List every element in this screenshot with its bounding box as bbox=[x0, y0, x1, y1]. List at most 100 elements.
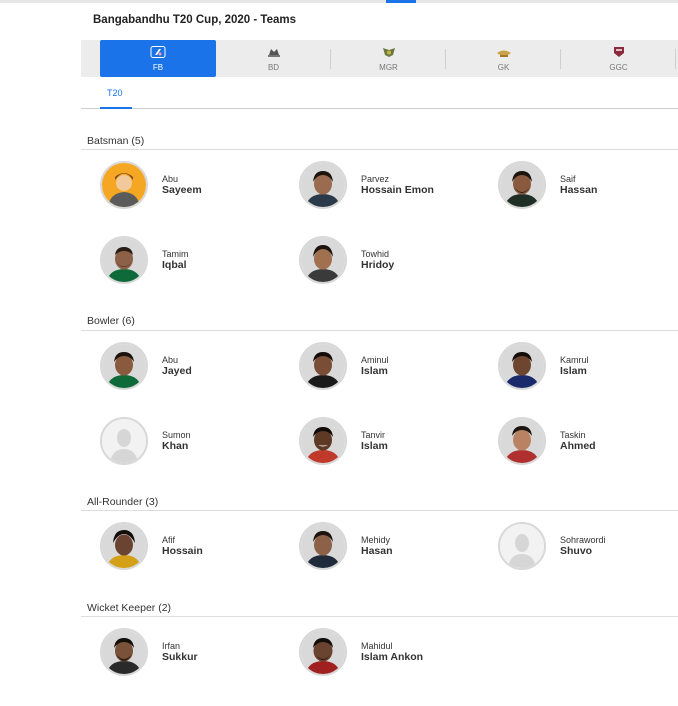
player-avatar bbox=[100, 417, 148, 465]
player-first-name: Saif bbox=[560, 174, 576, 184]
player-photo bbox=[500, 419, 544, 463]
gemcon-khulna-logo-icon bbox=[496, 50, 511, 57]
player-name: Sohrawordi Shuvo bbox=[560, 535, 606, 557]
player-card[interactable]: Saif Hassan bbox=[498, 161, 597, 209]
player-avatar bbox=[299, 236, 347, 284]
player-name: Abu Sayeem bbox=[162, 174, 202, 196]
player-avatar bbox=[100, 628, 148, 676]
player-avatar bbox=[299, 342, 347, 390]
player-first-name: Afif bbox=[162, 535, 176, 545]
player-first-name: Mahidul bbox=[361, 641, 393, 651]
team-tab-label: MGR bbox=[379, 62, 398, 72]
top-active-indicator bbox=[386, 0, 416, 3]
player-last-name: Islam Ankon bbox=[361, 651, 424, 663]
player-first-name: Parvez bbox=[361, 174, 390, 184]
player-last-name: Hossain Emon bbox=[361, 184, 434, 196]
player-avatar bbox=[498, 417, 546, 465]
beximco-dhaka-logo-icon bbox=[267, 48, 280, 57]
player-first-name: Irfan bbox=[162, 641, 181, 651]
player-photo bbox=[102, 238, 146, 282]
player-last-name: Hassan bbox=[560, 184, 598, 196]
player-first-name: Sohrawordi bbox=[560, 535, 606, 545]
player-photo bbox=[102, 344, 146, 388]
avatar-default-silhouette-icon bbox=[102, 419, 146, 463]
player-name: Tamim Iqbal bbox=[162, 249, 189, 271]
player-name: Mehidy Hasan bbox=[361, 535, 393, 557]
team-tab-fb[interactable]: FB bbox=[100, 40, 216, 77]
avatar-placeholder-illustration-icon bbox=[102, 163, 146, 207]
player-photo bbox=[102, 524, 146, 568]
player-first-name: Mehidy bbox=[361, 535, 391, 545]
player-card[interactable]: Taskin Ahmed bbox=[498, 417, 596, 465]
player-first-name: Towhid bbox=[361, 249, 390, 259]
player-first-name: Taskin bbox=[560, 430, 586, 440]
player-photo bbox=[301, 419, 345, 463]
player-card[interactable]: Kamrul Islam bbox=[498, 342, 589, 390]
player-last-name: Hridoy bbox=[361, 259, 395, 271]
player-photo bbox=[301, 630, 345, 674]
avatar-default-silhouette-icon bbox=[500, 524, 544, 568]
player-avatar bbox=[498, 161, 546, 209]
player-last-name: Islam bbox=[361, 365, 388, 377]
team-tab-ggc[interactable]: GGC bbox=[561, 40, 676, 77]
player-first-name: Aminul bbox=[361, 355, 389, 365]
player-first-name: Tanvir bbox=[361, 430, 386, 440]
format-tab-divider bbox=[81, 108, 678, 109]
section-divider bbox=[81, 616, 678, 617]
section-divider bbox=[81, 330, 678, 331]
tab-separator bbox=[675, 49, 676, 69]
player-card[interactable]: Tamim Iqbal bbox=[100, 236, 189, 284]
player-avatar bbox=[498, 522, 546, 570]
player-avatar bbox=[100, 342, 148, 390]
player-last-name: Sayeem bbox=[162, 184, 202, 196]
player-first-name: Abu bbox=[162, 355, 179, 365]
team-tab-label: FB bbox=[152, 62, 164, 72]
page-title: Bangabandhu T20 Cup, 2020 - Teams bbox=[93, 14, 297, 26]
player-card[interactable]: Abu Jayed bbox=[100, 342, 192, 390]
player-last-name: Iqbal bbox=[162, 259, 187, 271]
player-card[interactable]: Parvez Hossain Emon bbox=[299, 161, 434, 209]
player-card[interactable]: Irfan Sukkur bbox=[100, 628, 198, 676]
player-first-name: Abu bbox=[162, 174, 179, 184]
player-card[interactable]: Sohrawordi Shuvo bbox=[498, 522, 606, 570]
player-name: Towhid Hridoy bbox=[361, 249, 394, 271]
team-tab-gk[interactable]: GK bbox=[446, 40, 561, 77]
tab-t20[interactable]: T20 bbox=[107, 88, 123, 98]
team-tab-label: GK bbox=[497, 62, 510, 72]
player-name: Mahidul Islam Ankon bbox=[361, 641, 423, 663]
player-card[interactable]: Sumon Khan bbox=[100, 417, 191, 465]
minister-group-rajshahi-logo-icon bbox=[382, 47, 395, 57]
player-avatar bbox=[299, 161, 347, 209]
player-name: Afif Hossain bbox=[162, 535, 203, 557]
team-tab-bd[interactable]: BD bbox=[216, 40, 331, 77]
player-avatar bbox=[100, 522, 148, 570]
player-last-name: Hossain bbox=[162, 545, 203, 557]
player-photo bbox=[301, 524, 345, 568]
player-first-name: Tamim bbox=[162, 249, 189, 259]
player-name: Aminul Islam bbox=[361, 355, 389, 377]
player-avatar bbox=[100, 236, 148, 284]
player-last-name: Jayed bbox=[162, 365, 192, 377]
player-photo bbox=[301, 238, 345, 282]
player-photo bbox=[301, 344, 345, 388]
player-name: Saif Hassan bbox=[560, 174, 597, 196]
player-card[interactable]: Tanvir Islam bbox=[299, 417, 388, 465]
player-photo bbox=[500, 163, 544, 207]
team-tab-bar: FB BD MGR GK GGC bbox=[81, 40, 678, 77]
player-card[interactable]: Mehidy Hasan bbox=[299, 522, 393, 570]
player-last-name: Hasan bbox=[361, 545, 393, 557]
player-avatar bbox=[498, 342, 546, 390]
player-card[interactable]: Towhid Hridoy bbox=[299, 236, 394, 284]
player-card[interactable]: Afif Hossain bbox=[100, 522, 203, 570]
section-title-batsman: Batsman (5) bbox=[87, 135, 145, 147]
player-card[interactable]: Abu Sayeem bbox=[100, 161, 202, 209]
player-photo bbox=[500, 344, 544, 388]
player-name: Taskin Ahmed bbox=[560, 430, 596, 452]
team-tab-mgr[interactable]: MGR bbox=[331, 40, 446, 77]
player-card[interactable]: Aminul Islam bbox=[299, 342, 389, 390]
gazi-group-chattogram-logo-icon bbox=[613, 46, 624, 57]
player-last-name: Islam bbox=[560, 365, 587, 377]
top-divider bbox=[0, 0, 678, 3]
player-card[interactable]: Mahidul Islam Ankon bbox=[299, 628, 423, 676]
section-divider bbox=[81, 149, 678, 150]
